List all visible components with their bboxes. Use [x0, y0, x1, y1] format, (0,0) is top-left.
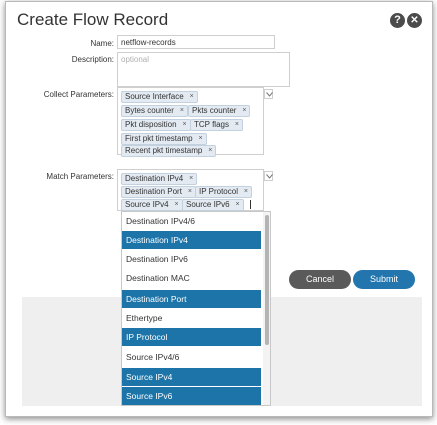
collect-tag-first-pkt-timestamp: First pkt timestamp × [121, 133, 207, 145]
match-tag-destination-ipv4: Destination IPv4 × [121, 173, 198, 185]
collect-parameters-select[interactable]: Source Interface × Bytes counter × Pkts co… [117, 87, 264, 157]
create-flow-record-dialog: Create Flow Record ? ✕ Name: netflow-rec… [5, 1, 433, 417]
collect-tag-bytes-counter: Bytes counter × [121, 105, 188, 117]
collect-tag-pkt-disposition: Pkt disposition × [121, 119, 191, 131]
chevron-down-icon [266, 174, 273, 179]
remove-tag-icon[interactable]: × [190, 92, 194, 102]
collect-dropdown-toggle[interactable] [264, 89, 273, 99]
tag-label: Pkts counter [192, 106, 237, 115]
chevron-down-icon [266, 92, 273, 97]
tag-label: Pkt disposition [125, 120, 177, 129]
close-icon[interactable]: ✕ [407, 13, 422, 28]
match-dropdown-toggle[interactable] [264, 171, 273, 181]
tag-label: Bytes counter [125, 106, 174, 115]
collect-tag-pkts-counter: Pkts counter × [188, 105, 251, 117]
tag-label: Source IPv4 [125, 200, 169, 209]
description-label: Description: [71, 55, 114, 64]
option-source-ipv4-6[interactable]: Source IPv4/6 [122, 348, 261, 366]
text-cursor [250, 200, 251, 209]
remove-tag-icon[interactable]: × [198, 134, 202, 144]
remove-tag-icon[interactable]: × [242, 106, 246, 116]
collect-tag-source-interface: Source Interface × [121, 91, 198, 103]
option-ip-protocol[interactable]: IP Protocol [122, 328, 261, 346]
dialog-title: Create Flow Record [17, 10, 169, 29]
collect-tag-tcp-flags: TCP flags × [190, 119, 243, 131]
tag-label: Destination Port [125, 187, 182, 196]
option-source-ipv4[interactable]: Source IPv4 [122, 368, 261, 386]
name-input[interactable]: netflow-records [117, 35, 275, 49]
description-placeholder: optional [121, 55, 150, 64]
option-destination-port[interactable]: Destination Port [122, 290, 261, 308]
remove-tag-icon[interactable]: × [235, 120, 239, 130]
collect-parameters-label: Collect Parameters: [43, 90, 114, 99]
option-destination-mac[interactable]: Destination MAC [122, 269, 261, 287]
tag-label: First pkt timestamp [125, 134, 193, 143]
remove-tag-icon[interactable]: × [188, 187, 192, 197]
match-tag-source-ipv4: Source IPv4 × [121, 199, 183, 211]
option-ethertype[interactable]: Ethertype [122, 309, 261, 327]
option-destination-ipv4-6[interactable]: Destination IPv4/6 [122, 212, 261, 230]
remove-tag-icon[interactable]: × [244, 187, 248, 197]
remove-tag-icon[interactable]: × [174, 200, 178, 210]
remove-tag-icon[interactable]: × [235, 200, 239, 210]
submit-button[interactable]: Submit [353, 270, 415, 289]
match-parameters-select[interactable]: Destination IPv4 × Destination Port × IP P… [117, 169, 264, 211]
name-label: Name: [90, 39, 114, 48]
tag-label: Destination IPv4 [125, 174, 184, 183]
remove-tag-icon[interactable]: × [189, 174, 193, 184]
remove-tag-icon[interactable]: × [180, 106, 184, 116]
option-destination-ipv6[interactable]: Destination IPv6 [122, 250, 261, 268]
option-source-ipv6[interactable]: Source IPv6 [122, 387, 261, 405]
tag-label: Source IPv6 [186, 200, 230, 209]
tag-label: TCP flags [194, 120, 229, 129]
match-tag-source-ipv6: Source IPv6 × [182, 199, 244, 211]
help-icon[interactable]: ? [390, 13, 405, 28]
tag-label: Source Interface [125, 92, 184, 101]
option-destination-ipv4[interactable]: Destination IPv4 [122, 231, 261, 249]
remove-tag-icon[interactable]: × [208, 146, 212, 156]
description-input[interactable]: optional [117, 52, 290, 87]
cancel-button[interactable]: Cancel [289, 270, 351, 289]
match-parameters-dropdown-list: Destination IPv4/6 Destination IPv4 Dest… [121, 211, 271, 406]
remove-tag-icon[interactable]: × [183, 120, 187, 130]
dropdown-scrollbar-thumb[interactable] [265, 215, 269, 345]
match-tag-destination-port: Destination Port × [121, 186, 196, 198]
collect-tag-recent-pkt-timestamp: Recent pkt timestamp × [121, 145, 217, 157]
tag-label: IP Protocol [199, 187, 238, 196]
match-parameters-label: Match Parameters: [46, 172, 114, 181]
tag-label: Recent pkt timestamp [125, 146, 203, 155]
match-tag-ip-protocol: IP Protocol × [195, 186, 252, 198]
